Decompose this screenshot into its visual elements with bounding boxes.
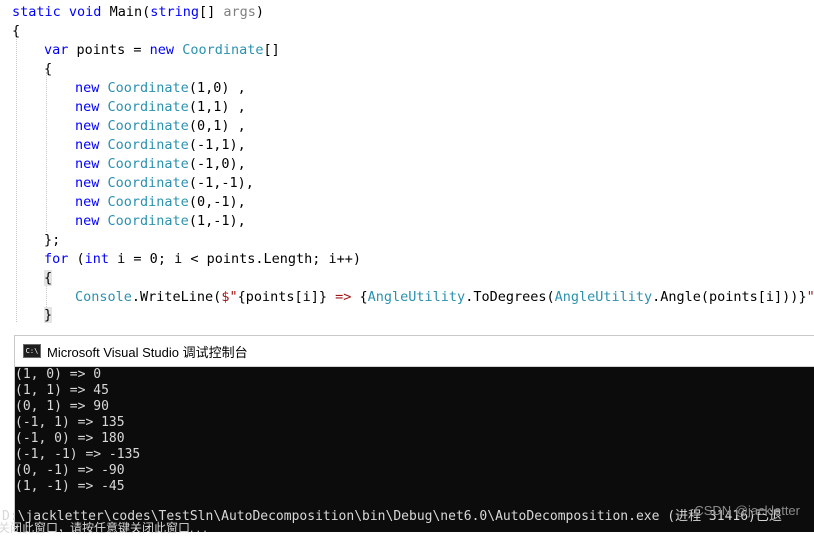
code-line-loop-open-brace: { [44, 269, 53, 288]
type-coordinate: Coordinate [107, 156, 189, 172]
keyword-new: new [75, 213, 100, 229]
code-args: (-1,1), [188, 137, 246, 153]
type-coordinate: Coordinate [107, 194, 189, 210]
keyword-static: static [12, 4, 61, 20]
watermark-text: CSDN @jackletter [694, 503, 800, 518]
keyword-new: new [75, 80, 100, 96]
type-coordinate: Coordinate [107, 118, 189, 134]
code-line-var-points: var points = new Coordinate[] [44, 41, 280, 60]
console-output-line: (1, 1) => 45 [15, 383, 109, 398]
code-args: (-1,-1), [188, 175, 254, 191]
console-app-icon: C:\ [23, 344, 41, 358]
keyword-new: new [75, 137, 100, 153]
code-editor[interactable]: static void Main(string[] args) { var po… [0, 0, 814, 330]
keyword-new: new [75, 99, 100, 115]
type-coordinate: Coordinate [107, 137, 189, 153]
code-line-item: new Coordinate(1,-1), [75, 212, 246, 231]
array-brackets: [] [199, 4, 224, 20]
paren-open: ( [142, 4, 151, 20]
code-text: .WriteLine( [131, 289, 222, 305]
console-output-line: (-1, 1) => 135 [15, 415, 125, 430]
code-line-main-signature: static void Main(string[] args) [12, 3, 264, 22]
code-args: (1,1) , [188, 99, 246, 115]
console-output-line: (-1, 0) => 180 [15, 431, 125, 446]
console-output-line: (-1, -1) => -135 [15, 447, 141, 462]
keyword-string: string [150, 4, 200, 20]
console-output-line: (1, 0) => 0 [15, 367, 102, 382]
type-angleutility: AngleUtility [367, 289, 466, 305]
console-output-line: (0, -1) => -90 [15, 463, 125, 478]
code-line-initializer-open: { [44, 61, 53, 77]
console-output-line: (0, 1) => 90 [15, 399, 109, 414]
interpolation: {points[i]} [237, 289, 327, 305]
type-coordinate: Coordinate [107, 80, 189, 96]
type-coordinate: Coordinate [182, 42, 264, 58]
method-name: Main [109, 4, 143, 20]
keyword-var: var [44, 42, 69, 58]
console-title: Microsoft Visual Studio 调试控制台 [47, 344, 248, 360]
console-output-line: (1, -1) => -45 [15, 479, 125, 494]
code-line-writeline: Console.WriteLine($"{points[i]} => {Angl… [75, 288, 814, 307]
console-output: (1, 0) => 0 (1, 1) => 45 (0, 1) => 90 (-… [15, 367, 814, 495]
code-args: (1,0) , [188, 80, 246, 96]
matched-brace: { [44, 270, 53, 286]
keyword-new: new [149, 42, 175, 58]
keyword-for: for [44, 251, 69, 267]
keyword-void: void [68, 4, 102, 20]
code-line-initializer-close: }; [44, 232, 61, 248]
paren-close: ) [255, 4, 265, 20]
code-line-item: new Coordinate(0,-1), [75, 193, 246, 212]
console-close-hint: 关闭此窗口，请按任意键关闭此窗口. . . [0, 521, 207, 535]
indent-guide [16, 34, 17, 324]
editor-separator [0, 323, 814, 333]
type-coordinate: Coordinate [107, 213, 189, 229]
code-line-item: new Coordinate(-1,1), [75, 136, 246, 155]
indent-guide [46, 72, 47, 232]
console-title-bar[interactable]: C:\ Microsoft Visual Studio 调试控制台 [15, 336, 814, 367]
code-args: (1,-1), [188, 213, 246, 229]
code-text: .ToDegrees( [465, 289, 555, 305]
code-text: points = [68, 42, 150, 58]
parameter-args: args [223, 4, 256, 20]
string-open: $" [221, 289, 238, 305]
keyword-new: new [75, 118, 100, 134]
code-line-item: new Coordinate(1,1) , [75, 98, 246, 117]
keyword-int: int [84, 251, 110, 267]
type-coordinate: Coordinate [107, 99, 189, 115]
code-text: ( [68, 251, 85, 267]
keyword-new: new [75, 156, 100, 172]
type-angleutility: AngleUtility [554, 289, 653, 305]
code-line-item: new Coordinate(-1,-1), [75, 174, 254, 193]
code-text: .Angle(points[i]))} [652, 289, 807, 305]
code-args: (0,-1), [188, 194, 246, 210]
matched-brace: } [44, 307, 53, 323]
string-close: ") [806, 289, 814, 305]
code-line-item: new Coordinate(0,1) , [75, 117, 246, 136]
keyword-new: new [75, 175, 100, 191]
type-console: Console [75, 289, 132, 305]
code-line-open-brace: { [12, 23, 21, 39]
code-args: (-1,0), [188, 156, 246, 172]
string-arrow: => [326, 289, 360, 305]
interpolation-open: { [359, 289, 368, 305]
type-coordinate: Coordinate [107, 175, 189, 191]
code-line-item: new Coordinate(-1,0), [75, 155, 246, 174]
code-text: [] [263, 42, 280, 58]
code-text: i = 0; i < points.Length; i++) [109, 251, 362, 267]
code-args: (0,1) , [188, 118, 246, 134]
code-line-item: new Coordinate(1,0) , [75, 79, 246, 98]
keyword-new: new [75, 194, 100, 210]
code-line-for-loop: for (int i = 0; i < points.Length; i++) [44, 250, 361, 269]
